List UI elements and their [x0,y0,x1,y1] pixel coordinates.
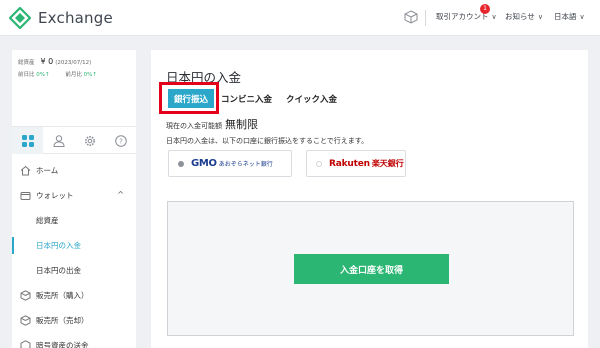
gmo-sub: あおぞらネット銀行 [218,161,273,168]
limit-label: 現在の入金可能額 [166,122,222,130]
svg-text:?: ? [119,137,123,145]
get-deposit-account-button[interactable]: 入金口座を取得 [294,254,449,284]
chevron-down-icon: ∨ [537,13,543,21]
main-panel: 日本円の入金 銀行振込 コンビニ入金 クイック入金 現在の入金可能額 無制限 日本… [151,50,588,348]
tab-convenience-store[interactable]: コンビニ入金 [221,89,272,108]
logo-text[interactable]: Exchange [38,9,113,27]
sidebar-item-label: ウォレット [36,191,74,200]
deposit-limit: 現在の入金可能額 無制限 [166,116,258,132]
sidebar-item-label: 総資産 [36,216,59,225]
user-icon [52,134,65,147]
sidebar-item-label: 販売所（売却） [36,316,89,325]
balance-value: ¥ 0 [40,57,54,66]
send-icon [20,340,31,348]
sidebar: 総資産 ¥ 0 (2023/07/12) 前日比 0%↑ 前月比 0%↑ ? ホ… [12,50,136,348]
language-menu-label: 日本語 [554,12,577,21]
grid-icon [21,134,34,147]
tab-help[interactable]: ? [105,127,136,154]
help-icon: ? [114,134,127,147]
sidebar-item-sell[interactable]: 販売所（売却） [12,308,136,333]
wallet-icon [20,190,31,201]
tab-dashboard[interactable] [12,127,43,154]
notice-menu-label: お知らせ [505,12,535,21]
active-indicator [12,237,14,254]
cube-icon[interactable] [404,10,418,24]
sidebar-item-label: ホーム [36,166,59,175]
balance-label: 総資産 [18,60,35,66]
bank-option-rakuten[interactable]: Rakuten 楽天銀行 [306,150,406,177]
prev-month-label: 前月比 [65,72,82,78]
gear-icon [84,135,95,146]
radio-selected [178,160,184,167]
home-icon [20,165,31,176]
deposit-description: 日本円の入金は、以下の口座に銀行振込をすることで行えます。 [166,137,369,145]
sidebar-item-label: 日本円の出金 [36,266,81,275]
account-badge: 1 [480,4,490,14]
sidebar-tabs: ? [12,126,136,154]
sidebar-item-jpy-withdraw[interactable]: 日本円の出金 [12,258,136,283]
chevron-down-icon: ∨ [491,13,497,21]
sidebar-item-wallet[interactable]: ウォレット ^ [12,183,136,208]
sidebar-item-buy[interactable]: 販売所（購入） [12,283,136,308]
balance-row: 総資産 ¥ 0 (2023/07/12) [18,57,91,66]
cube-icon [20,315,31,326]
balance-date: (2023/07/12) [55,60,92,66]
header-divider [425,10,426,26]
sidebar-item-label: 販売所（購入） [36,291,89,300]
sidebar-item-label: 日本円の入金 [36,241,81,250]
tab-quick-deposit[interactable]: クイック入金 [286,89,337,108]
cube-icon [20,290,31,301]
prev-month-value: 0%↑ [83,72,97,78]
logo-icon[interactable] [9,7,31,29]
highlight-box [159,82,219,114]
rakuten-sub: 楽天銀行 [371,159,404,168]
tab-account[interactable] [43,127,74,154]
notice-menu[interactable]: お知らせ ∨ [505,11,543,22]
chevron-up-icon: ^ [117,190,124,199]
deposit-account-box: 入金口座を取得 [167,201,574,336]
account-menu-label: 取引アカウント [436,12,489,21]
prev-day-label: 前日比 [18,72,35,78]
sidebar-item-home[interactable]: ホーム [12,158,136,183]
sidebar-item-label: 暗号資産の送金 [36,341,89,348]
rakuten-logo: Rakuten [329,158,370,169]
sidebar-item-jpy-deposit[interactable]: 日本円の入金 [12,233,136,258]
radio-unselected [316,160,322,167]
tab-settings[interactable] [74,127,105,154]
sidebar-item-send[interactable]: 暗号資産の送金 [12,333,136,348]
sidebar-item-total-assets[interactable]: 総資産 [12,208,136,233]
bank-option-gmo[interactable]: GMO あおぞらネット銀行 [168,150,292,177]
chevron-down-icon: ∨ [579,13,585,21]
prev-day-value: 0%↑ [36,72,50,78]
gmo-logo: GMO [191,158,217,169]
change-row: 前日比 0%↑ 前月比 0%↑ [18,70,97,78]
top-header: Exchange 取引アカウント ∨ 1 お知らせ ∨ 日本語 ∨ [0,0,600,36]
limit-value: 無制限 [225,118,258,131]
language-menu[interactable]: 日本語 ∨ [554,11,585,22]
